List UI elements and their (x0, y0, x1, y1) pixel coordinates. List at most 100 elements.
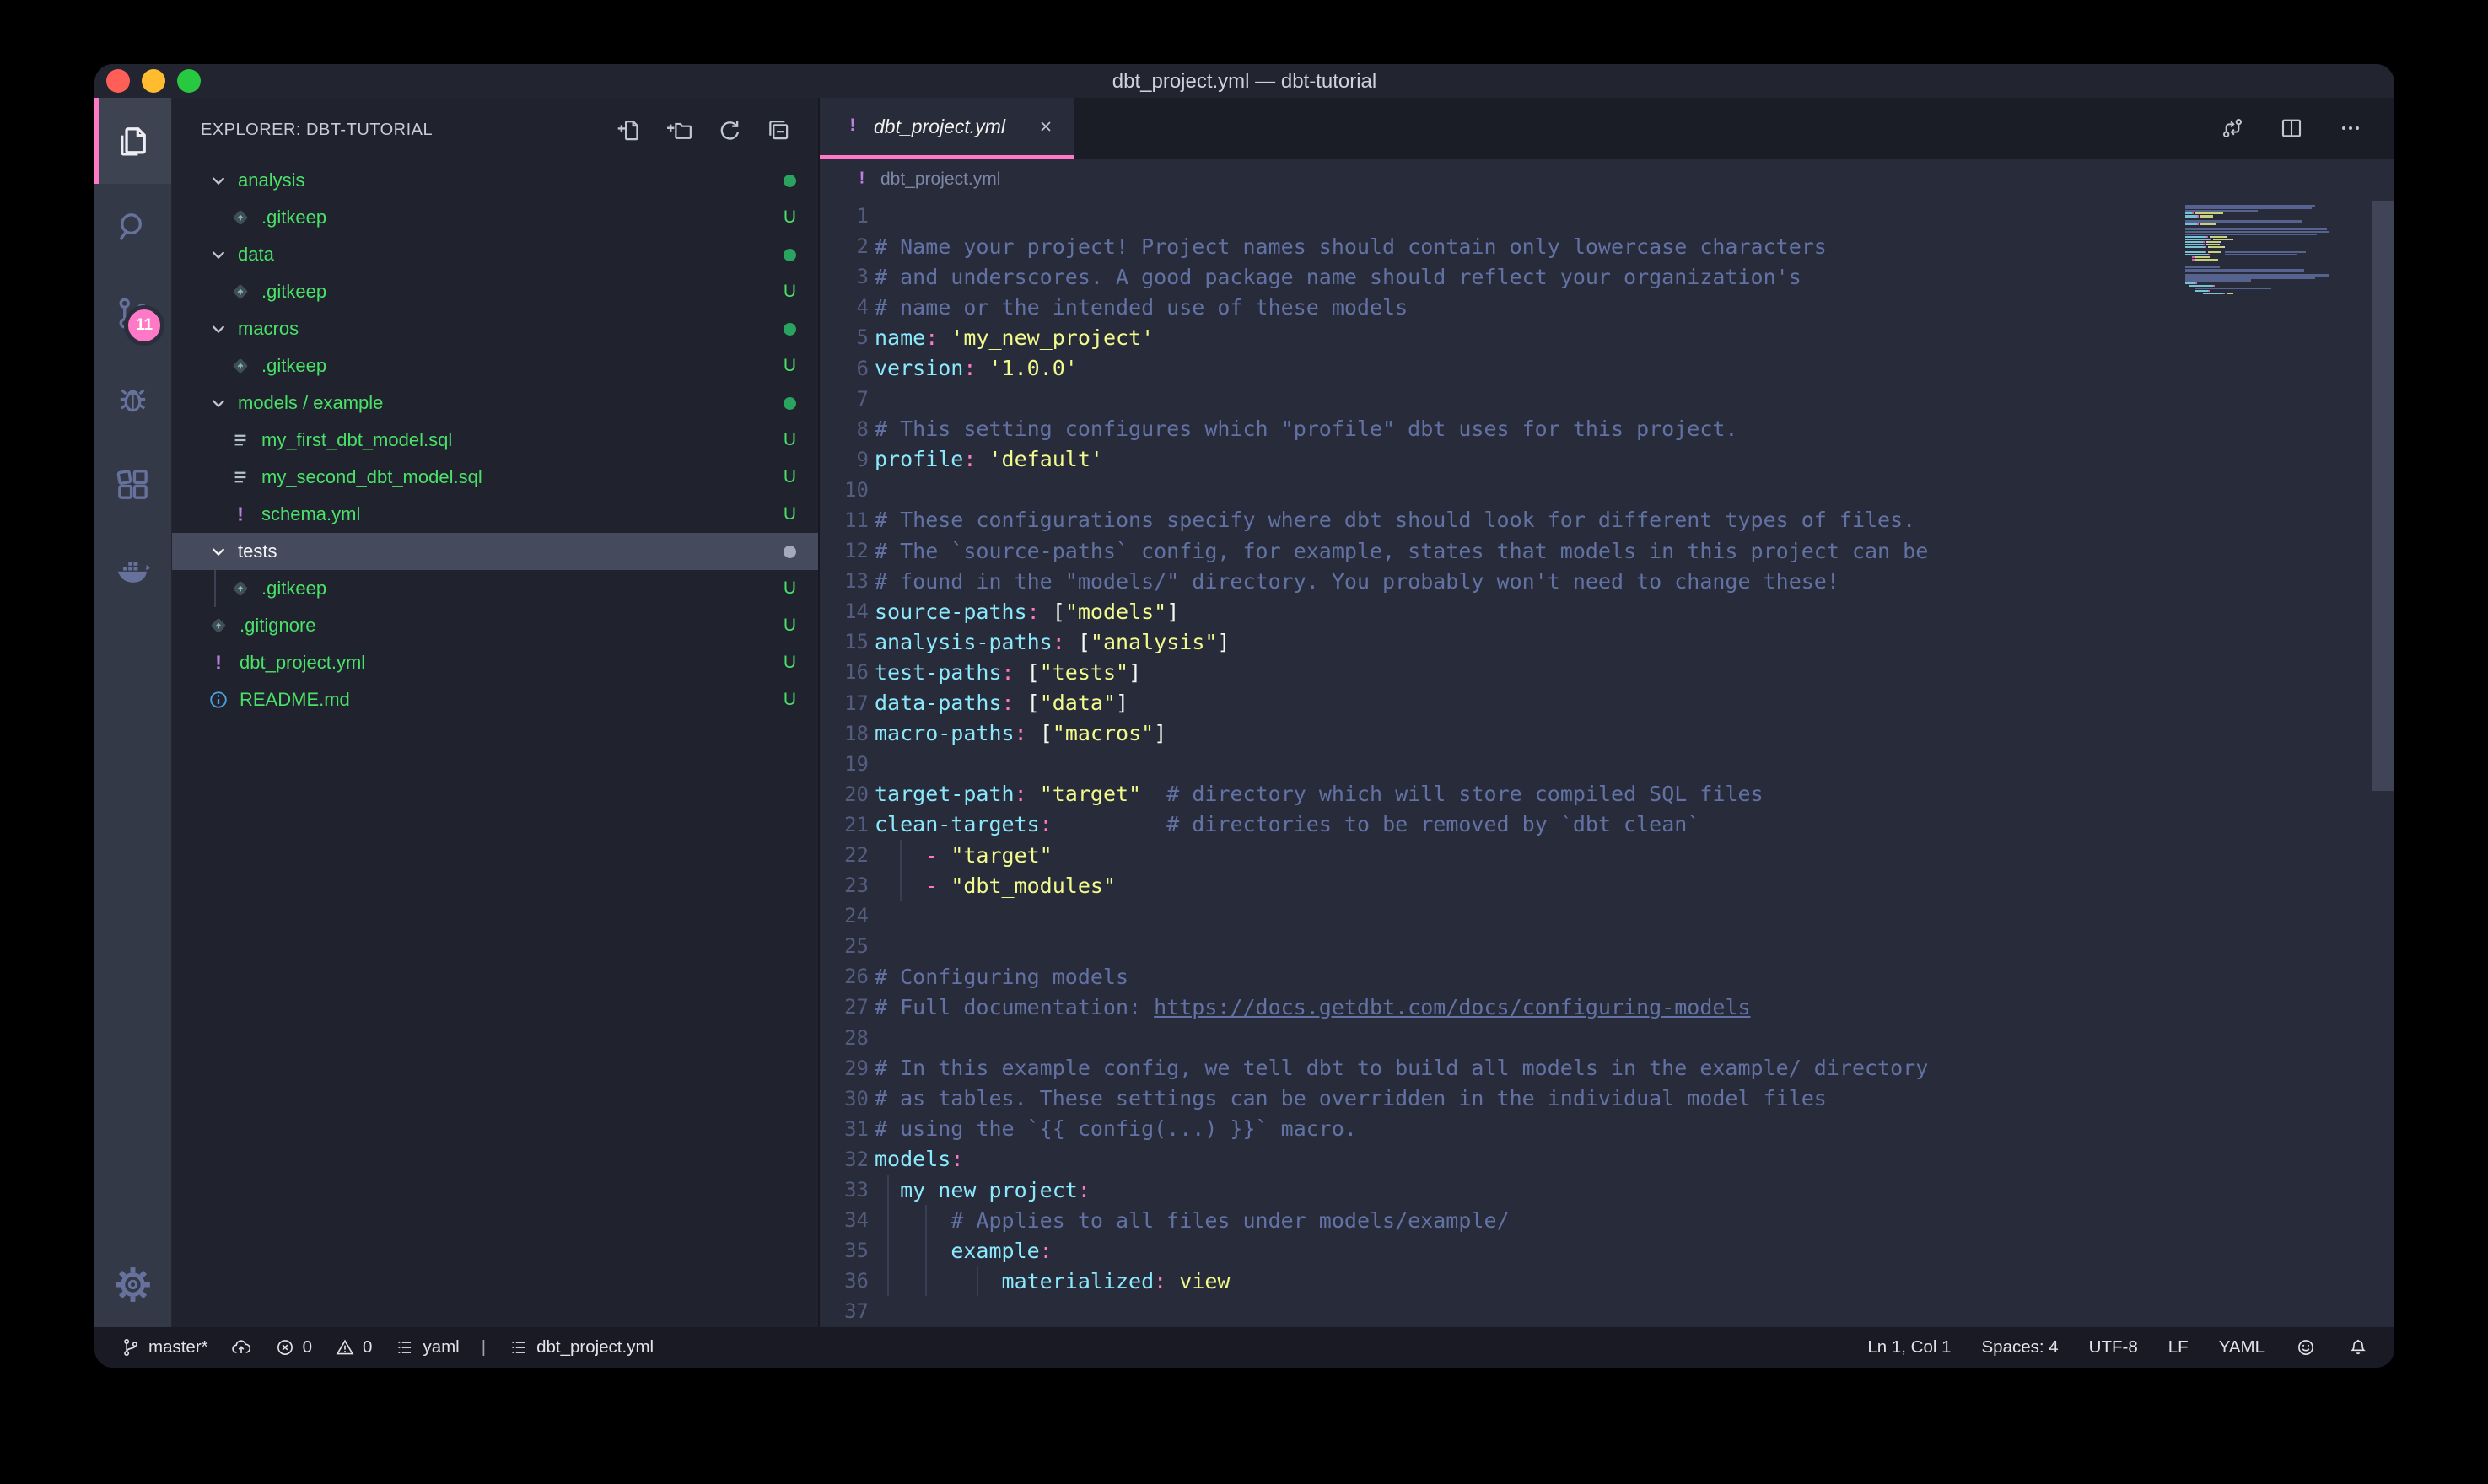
code-line-26: 26# Configuring models (820, 961, 2394, 992)
list-icon (394, 1336, 416, 1358)
tree-item-data[interactable]: data (172, 236, 818, 273)
tree-item-tests[interactable]: tests (172, 533, 818, 570)
status-item-errors[interactable]: 0 (274, 1336, 312, 1358)
tree-item-macros[interactable]: macros (172, 310, 818, 347)
code-editor[interactable]: 1 2# Name your project! Project names sho… (820, 201, 2394, 1327)
tree-item-dbt-project-yml[interactable]: !dbt_project.ymlU (172, 644, 818, 681)
status-item-yaml-schema[interactable]: yaml (394, 1336, 459, 1358)
minimize-window-button[interactable] (142, 69, 165, 93)
status-item-encoding[interactable]: UTF-8 (2089, 1337, 2138, 1358)
tree-item--gitkeep[interactable]: .gitkeepU (172, 273, 818, 310)
status-item-warnings[interactable]: 0 (334, 1336, 372, 1358)
status-item-cursor-position[interactable]: Ln 1, Col 1 (1867, 1337, 1951, 1358)
activity-item-settings[interactable] (94, 1241, 171, 1327)
status-item-feedback[interactable] (2295, 1336, 2317, 1358)
activity-item-docker[interactable] (94, 528, 171, 614)
close-window-button[interactable] (106, 69, 130, 93)
line-number: 18 (820, 722, 869, 745)
editor-group: ! dbt_project.yml ! dbt_project.yml 12# … (820, 98, 2394, 1327)
line-number: 4 (820, 295, 869, 319)
svg-text:!: ! (237, 503, 244, 525)
tree-item--gitignore[interactable]: .gitignoreU (172, 607, 818, 644)
list-icon (508, 1336, 530, 1358)
tree-item-models-example[interactable]: models / example (172, 384, 818, 422)
activity-bar-bottom (94, 1241, 171, 1327)
line-number: 24 (820, 904, 869, 928)
tree-item-analysis[interactable]: analysis (172, 162, 818, 199)
git-icon (228, 354, 253, 378)
line-number: 1 (820, 204, 869, 228)
line-number: 23 (820, 874, 869, 897)
status-item-indentation[interactable]: Spaces: 4 (1982, 1337, 2059, 1358)
tree-item-readme-md[interactable]: README.mdU (172, 681, 818, 718)
line-number: 36 (820, 1269, 869, 1293)
code-line-7: 7 (820, 384, 2394, 414)
more-actions-icon[interactable] (2337, 115, 2364, 142)
breadcrumb-item-file[interactable]: dbt_project.yml (880, 169, 1000, 190)
activity-item-source-control[interactable]: 11 (94, 270, 171, 356)
git-status-dot (784, 546, 796, 558)
new-file-icon[interactable] (616, 116, 644, 144)
git-status-untracked: U (784, 356, 796, 376)
status-item-branch[interactable]: master* (120, 1336, 208, 1358)
minimap[interactable] (2185, 202, 2369, 298)
line-number: 2 (820, 234, 869, 258)
window-title: dbt_project.yml — dbt-tutorial (94, 64, 2394, 98)
scm-badge: 11 (124, 305, 164, 346)
extensions-icon (113, 465, 153, 505)
vscode-window: dbt_project.yml — dbt-tutorial 11 EXPLOR… (94, 64, 2394, 1368)
code-line-21: 21clean-targets: # directories to be rem… (820, 809, 2394, 840)
search-icon (113, 207, 153, 247)
status-separator: | (482, 1337, 486, 1358)
tab-label: dbt_project.yml (874, 116, 1005, 138)
activity-item-debug[interactable] (94, 356, 171, 442)
explorer-actions (616, 116, 793, 144)
zoom-window-button[interactable] (177, 69, 201, 93)
activity-item-search[interactable] (94, 184, 171, 270)
activity-item-extensions[interactable] (94, 442, 171, 528)
line-number: 21 (820, 813, 869, 836)
tree-item--gitkeep[interactable]: .gitkeepU (172, 347, 818, 384)
code-line-20: 20target-path: "target" # directory whic… (820, 779, 2394, 809)
open-changes-icon[interactable] (2219, 115, 2246, 142)
code-line-15: 15analysis-paths: ["analysis"] (820, 626, 2394, 657)
collapse-all-icon[interactable] (765, 116, 793, 144)
tab-dbt-project-yml[interactable]: ! dbt_project.yml (820, 98, 1074, 159)
close-tab-icon[interactable] (1036, 116, 1056, 137)
error-icon (274, 1336, 296, 1358)
git-status-untracked: U (784, 653, 796, 673)
code-line-2: 2# Name your project! Project names shou… (820, 231, 2394, 261)
tree-item--gitkeep[interactable]: .gitkeepU (172, 570, 818, 607)
status-item-language-mode[interactable]: YAML (2219, 1337, 2265, 1358)
tree-item-my-first-dbt-model-sql[interactable]: my_first_dbt_model.sqlU (172, 422, 818, 459)
code-line-30: 30# as tables. These settings can be ove… (820, 1083, 2394, 1114)
status-item-notifications[interactable] (2347, 1336, 2369, 1358)
code-line-10: 10 (820, 475, 2394, 505)
activity-item-explorer[interactable] (94, 98, 171, 184)
indent-guide (214, 570, 216, 607)
line-number: 6 (820, 357, 869, 380)
new-folder-icon[interactable] (665, 116, 693, 144)
tree-item-schema-yml[interactable]: !schema.ymlU (172, 496, 818, 533)
tree-item-my-second-dbt-model-sql[interactable]: my_second_dbt_model.sqlU (172, 459, 818, 496)
status-item-publish[interactable] (230, 1336, 252, 1358)
tree-item--gitkeep[interactable]: .gitkeepU (172, 199, 818, 236)
status-item-eol[interactable]: LF (2168, 1337, 2189, 1358)
code-line-32: 32models: (820, 1144, 2394, 1175)
git-icon (206, 614, 231, 637)
refresh-icon[interactable] (715, 116, 743, 144)
line-number: 7 (820, 387, 869, 411)
git-status-dot (784, 323, 796, 336)
warning-icon (334, 1336, 356, 1358)
scrollbar-thumb[interactable] (2372, 201, 2394, 791)
status-item-dbt-file[interactable]: dbt_project.yml (508, 1336, 654, 1358)
line-number: 26 (820, 965, 869, 988)
line-number: 20 (820, 782, 869, 806)
line-number: 19 (820, 752, 869, 776)
line-number: 33 (820, 1178, 869, 1202)
code-line-24: 24 (820, 901, 2394, 931)
line-number: 3 (820, 265, 869, 288)
line-number: 5 (820, 325, 869, 349)
code-line-4: 4# name or the intended use of these mod… (820, 292, 2394, 322)
split-editor-icon[interactable] (2278, 115, 2305, 142)
